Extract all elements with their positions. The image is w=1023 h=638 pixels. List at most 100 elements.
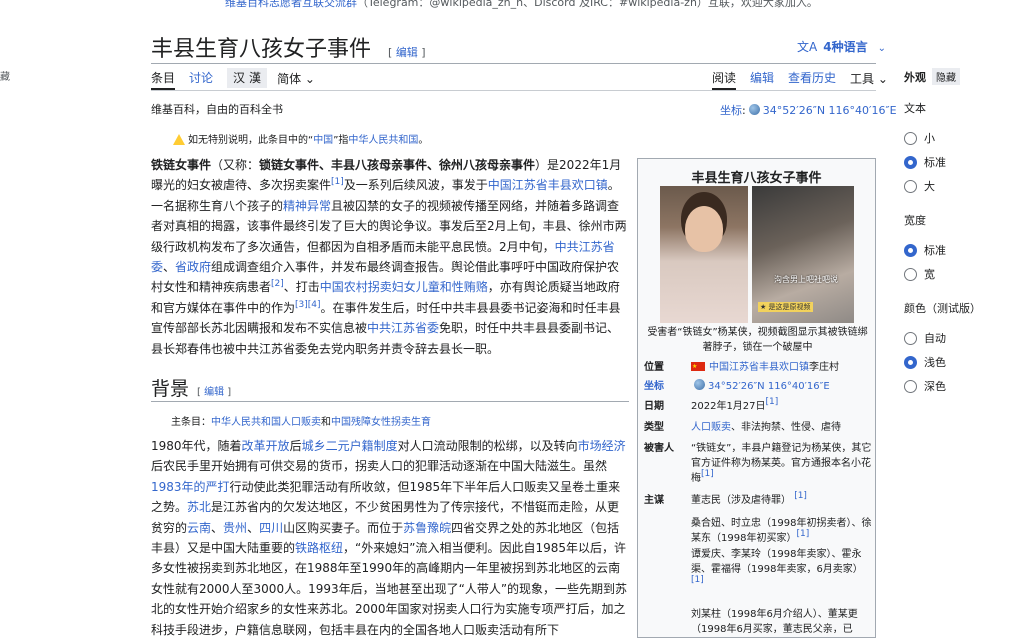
hatnote-text: 主条目： <box>171 417 211 428</box>
section-edit-link[interactable]: 编辑 <box>204 387 224 398</box>
tab-history[interactable]: 查看历史 <box>788 66 836 90</box>
wiki-link[interactable]: 云南 <box>187 521 211 535</box>
tab-read[interactable]: 阅读 <box>712 66 737 90</box>
infobox: 丰县生育八孩女子事件 沟含男上吧社吧说 ★ 是这是原视频 受害者“铁链女”杨某侠… <box>637 158 876 638</box>
globe-icon[interactable] <box>694 379 705 390</box>
row-label: 被害人 <box>644 443 674 454</box>
coord-value-link[interactable]: 34°52′26″N 116°40′16″E <box>763 104 897 117</box>
wiki-link[interactable]: 中共江苏省委 <box>367 321 439 335</box>
notice-text: ”指 <box>333 135 349 146</box>
color-label: 颜色（测试版） <box>904 302 981 315</box>
ref-link[interactable]: [1] <box>331 177 344 187</box>
tab-edit[interactable]: 编辑 <box>750 66 774 90</box>
row-label: 类型 <box>644 422 664 433</box>
variant-switch[interactable]: 汉漢 <box>227 68 268 88</box>
china-flag-icon <box>691 359 705 374</box>
variant-hans[interactable]: 汉 <box>233 71 245 85</box>
warning-icon <box>173 134 185 145</box>
row-label-empty <box>644 607 691 637</box>
radio-circle-checked[interactable] <box>904 155 917 169</box>
lead-paragraph: 铁链女事件（又称：锁链女事件、丰县八孩母亲事件、徐州八孩母亲事件）是2022年1… <box>151 155 629 359</box>
radio-circle-checked[interactable] <box>904 355 917 369</box>
page-title: 丰县生育八孩女子事件 <box>151 37 372 62</box>
row-text: 谭爱庆、李某玲（1998年卖家）、霍永渠、霍福得（1998年卖家，6月卖家） <box>691 549 863 575</box>
variant-dropdown[interactable]: 简体 ⌄ <box>277 70 315 87</box>
text: 及一系列后续风波，事发于 <box>343 178 488 193</box>
row-label: 主谋 <box>644 495 664 506</box>
bold-term: 锁链女事件、丰县八孩母亲事件、徐州八孩母亲事件 <box>259 158 536 172</box>
radio-circle[interactable] <box>904 267 917 281</box>
ref-link[interactable]: [3][4] <box>295 300 321 310</box>
chevron-down-icon: ⌄ <box>877 71 888 86</box>
hide-button[interactable]: 隐藏 <box>932 68 960 85</box>
globe-icon[interactable] <box>748 104 760 115</box>
variant-hant[interactable]: 漢 <box>249 71 261 85</box>
wiki-link[interactable]: 铁路枢纽 <box>295 541 343 555</box>
wiki-link[interactable]: 市场经济 <box>578 439 626 453</box>
notice-text: 如无特别说明，此条目中的“ <box>188 135 314 146</box>
tab-article[interactable]: 条目 <box>151 66 176 90</box>
radio-circle[interactable] <box>904 179 917 193</box>
language-button[interactable]: 文A 4种语言 ⌄ <box>797 38 886 55</box>
wiki-link[interactable]: 苏鲁豫皖 <box>403 521 451 535</box>
ref-link[interactable]: [1] <box>691 575 704 585</box>
tools-dropdown[interactable]: 工具 ⌄ <box>850 70 888 87</box>
hatnote-link[interactable]: 中国残障女性拐卖生育 <box>331 417 431 428</box>
row-label[interactable]: 坐标 <box>644 379 691 394</box>
wiki-link[interactable]: 苏北 <box>187 500 211 514</box>
radio-circle[interactable] <box>904 379 917 393</box>
ref-link[interactable]: [1] <box>796 529 809 539</box>
radio-width-standard[interactable]: 标准 <box>904 242 946 258</box>
row-link[interactable]: 34°52′26″N 116°40′16″E <box>708 381 830 392</box>
row-link[interactable]: 人口贩卖 <box>691 422 731 433</box>
radio-width-wide[interactable]: 宽 <box>904 266 935 282</box>
row-label: 日期 <box>644 401 664 412</box>
radio-circle-checked[interactable] <box>904 243 917 257</box>
wiki-link[interactable]: 城乡二元户籍制度 <box>302 439 398 453</box>
hatnote-link[interactable]: 中华人民共和国人口贩卖 <box>211 417 321 428</box>
radio-text-small[interactable]: 小 <box>904 130 935 146</box>
video-screenshot[interactable]: 沟含男上吧社吧说 ★ 是这是原视频 <box>752 186 854 323</box>
wiki-link[interactable]: 贵州 <box>223 521 247 535</box>
infobox-image[interactable]: 沟含男上吧社吧说 ★ 是这是原视频 <box>660 186 854 323</box>
tab-talk[interactable]: 讨论 <box>189 66 213 90</box>
appearance-title: 外观 <box>904 70 926 84</box>
victim-photo[interactable] <box>660 186 748 323</box>
wiki-link[interactable]: 中国农村拐卖妇女儿童和性贿赂 <box>320 280 488 294</box>
radio-color-dark[interactable]: 深色 <box>904 378 946 394</box>
width-label: 宽度 <box>904 214 926 227</box>
radio-circle[interactable] <box>904 131 917 145</box>
left-panel-edge[interactable]: 藏 <box>0 68 14 82</box>
text: 后 <box>289 439 302 453</box>
section-edit: [ 编辑 ] <box>197 387 232 398</box>
banner-text: （Telegram：@wikipedia_zh_n、Discord 及IRC：#… <box>357 0 818 9</box>
infobox-title: 丰县生育八孩女子事件 <box>691 171 822 186</box>
ref-link[interactable]: [2] <box>271 279 284 289</box>
ref-link[interactable]: [1] <box>794 491 807 501</box>
radio-color-light[interactable]: 浅色 <box>904 354 946 370</box>
banner-link[interactable]: 维基百科志愿者互联交流群 <box>225 0 357 9</box>
ref-link[interactable]: [1] <box>701 469 714 479</box>
radio-label: 自动 <box>924 332 946 345</box>
background-paragraph: 1980年代，随着改革开放后城乡二元户籍制度对人口流动限制的松绑，以及转向市场经… <box>151 436 629 638</box>
wiki-link[interactable]: 1983年的严打 <box>151 480 230 494</box>
wiki-link[interactable]: 中国江苏省丰县欢口镇 <box>488 178 608 192</box>
radio-color-auto[interactable]: 自动 <box>904 330 946 346</box>
radio-text-large[interactable]: 大 <box>904 178 935 194</box>
wiki-link[interactable]: 改革开放 <box>242 439 290 453</box>
title-edit-link[interactable]: 编辑 <box>396 46 418 59</box>
notice-link-prc[interactable]: 中华人民共和国 <box>348 135 418 146</box>
ref-link[interactable]: [1] <box>766 397 779 407</box>
wiki-link[interactable]: 精神异常 <box>283 199 331 213</box>
coord-label[interactable]: 坐标 <box>720 104 742 117</box>
image-tag: ★ 是这是原视频 <box>758 302 813 312</box>
row-link[interactable]: 中国江苏省丰县欢口镇 <box>709 362 809 373</box>
radio-text-standard[interactable]: 标准 <box>904 154 946 170</box>
radio-circle[interactable] <box>904 331 917 345</box>
variant-dropdown-label: 简体 <box>277 71 302 86</box>
notice-link-china[interactable]: 中国 <box>313 135 333 146</box>
wiki-link[interactable]: 四川 <box>259 521 283 535</box>
radio-label: 小 <box>924 132 935 145</box>
language-count: 4种语言 <box>823 40 868 54</box>
wiki-link[interactable]: 省政府 <box>175 260 211 274</box>
